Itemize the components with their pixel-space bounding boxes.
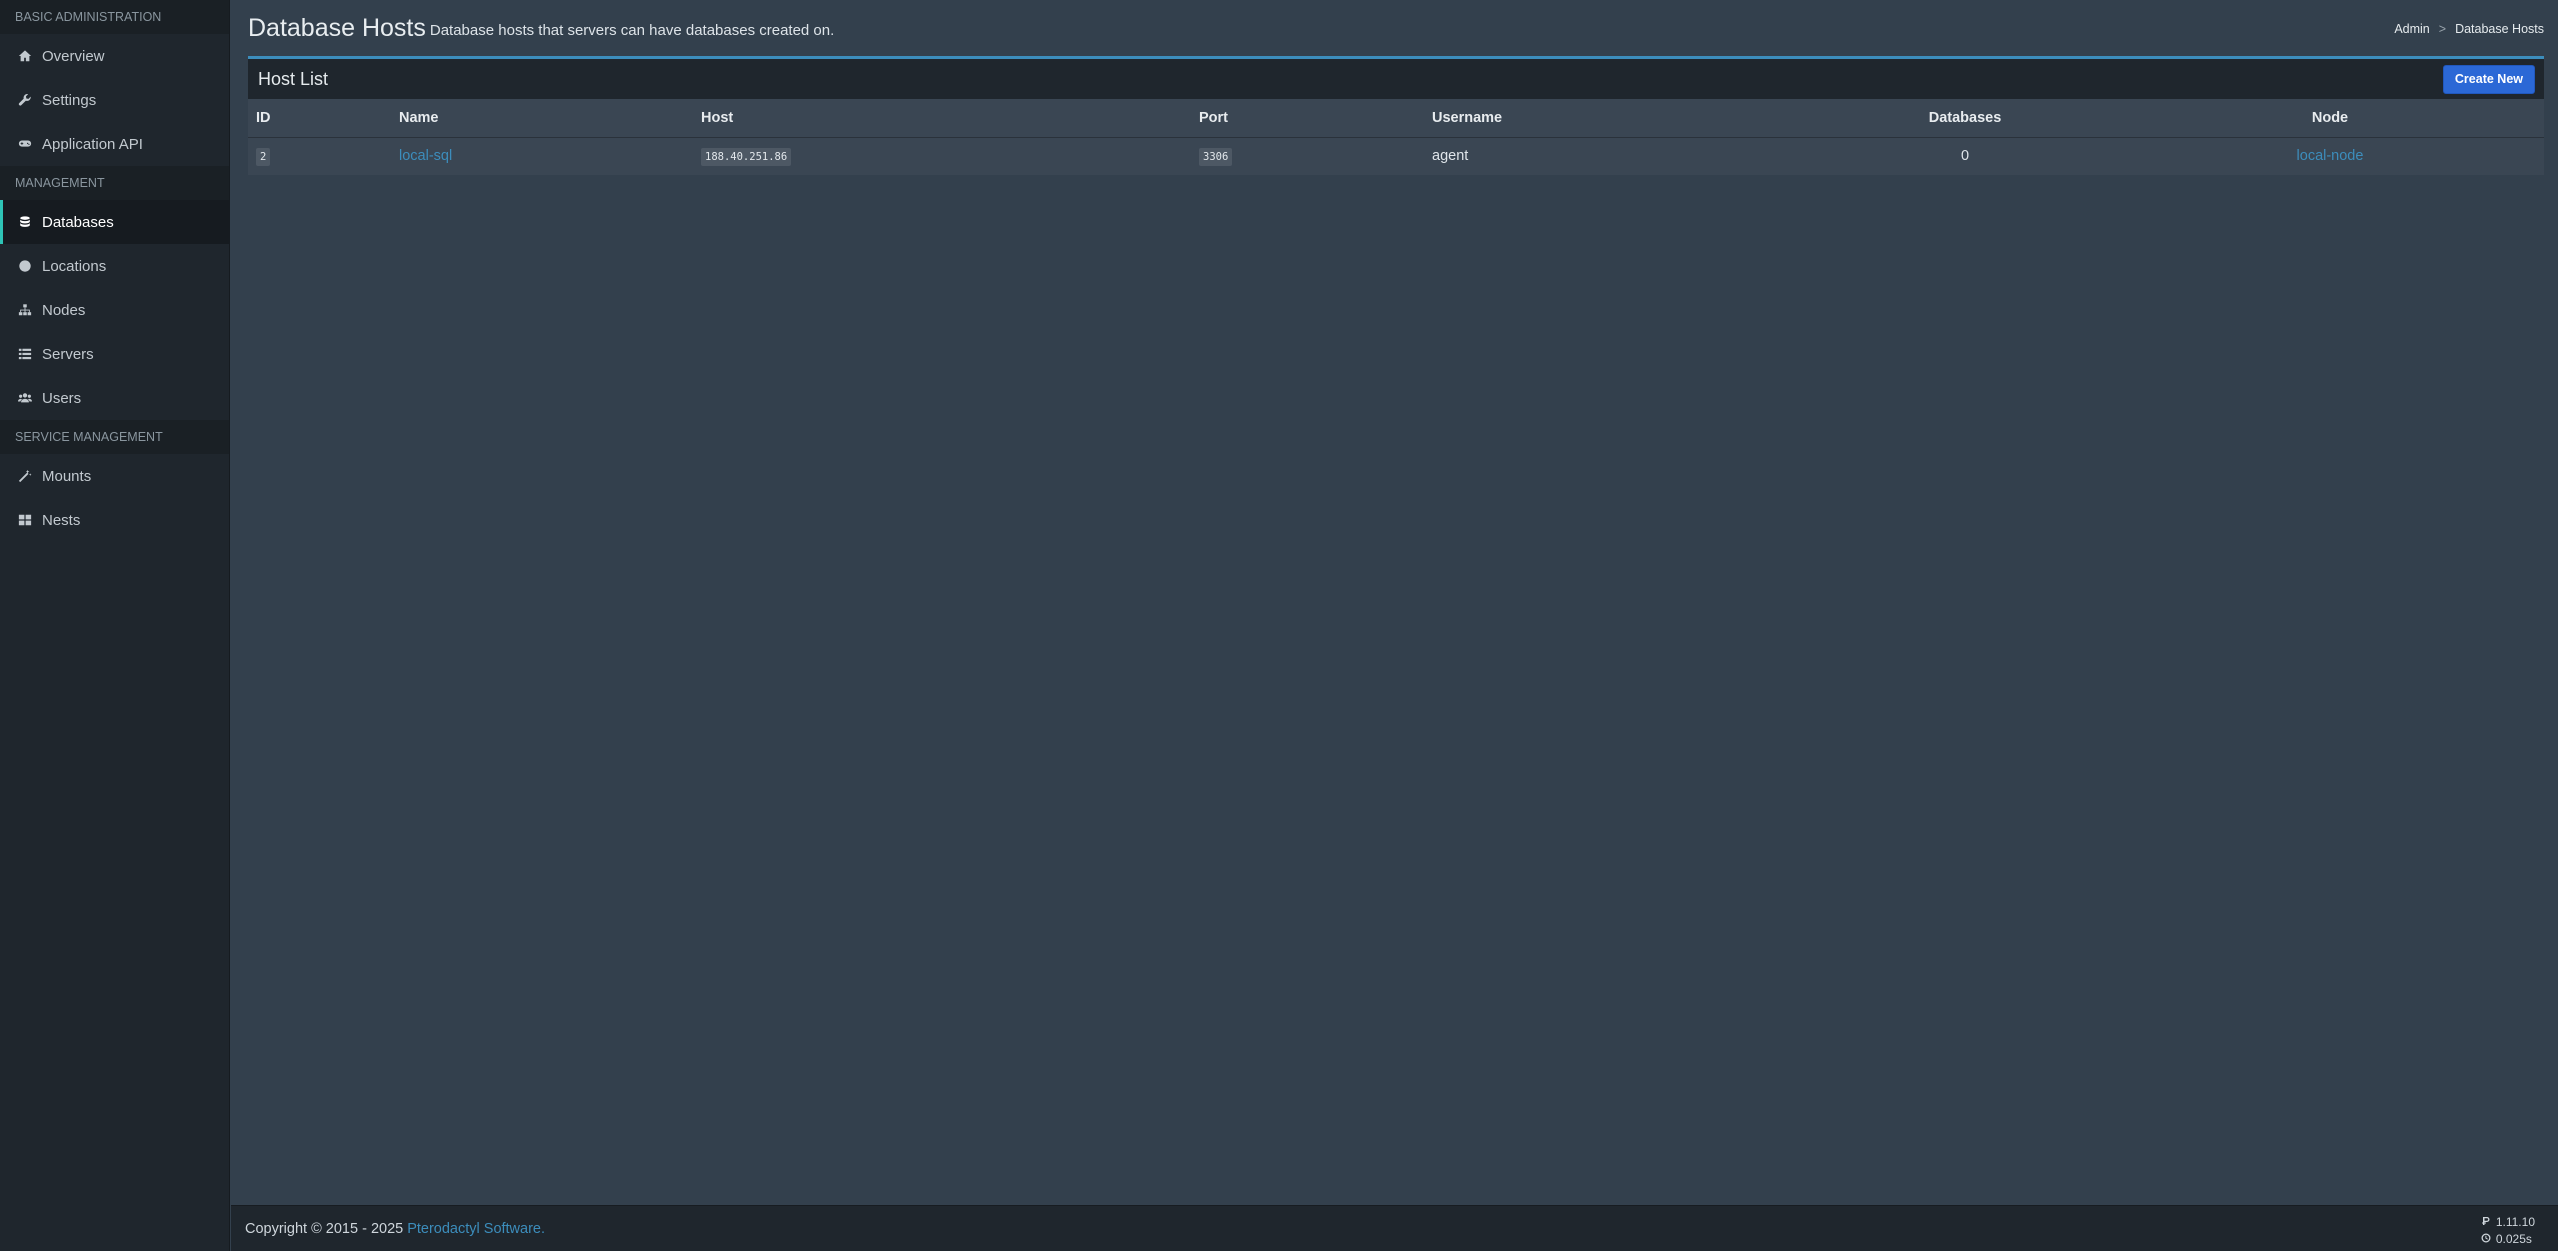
database-icon [17,215,32,230]
sidebar-item-mounts[interactable]: Mounts [0,454,229,498]
sidebar-item-label: Settings [42,91,97,109]
cell-node: local-node [2116,137,2544,175]
list-icon [17,347,32,362]
column-header-id: ID [248,99,391,138]
main-content: Database Hosts Database hosts that serve… [231,0,2558,1205]
footer-copyright: Copyright © 2015 - 2025 [245,1220,404,1237]
clock-icon [2481,1231,2491,1248]
users-icon [17,391,32,406]
column-header-node: Node [2116,99,2544,138]
table-header-row: ID Name Host Port Username Databases Nod… [248,99,2544,138]
sidebar-item-label: Servers [42,345,94,363]
sidebar-item-application-api[interactable]: Application API [0,122,229,166]
page-subtitle: Database hosts that servers can have dat… [429,21,835,39]
sidebar-item-nests[interactable]: Nests [0,498,229,542]
breadcrumb: Admin > Database Hosts [2394,22,2544,36]
th-large-icon [17,513,32,528]
page-title: Database Hosts [248,13,426,42]
sidebar-item-databases[interactable]: Databases [0,200,229,244]
host-table: ID Name Host Port Username Databases Nod… [248,99,2544,175]
cell-host: 188.40.251.86 [693,137,1191,175]
cell-id: 2 [248,137,391,175]
cell-port: 3306 [1191,137,1424,175]
sidebar-item-label: Mounts [42,467,92,485]
sidebar-header-basic-administration: Basic Administration [0,0,229,34]
sidebar-item-nodes[interactable]: Nodes [0,288,229,332]
breadcrumb-separator: > [2438,22,2447,36]
column-header-port: Port [1191,99,1424,138]
host-name-link[interactable]: local-sql [399,148,452,164]
column-header-name: Name [391,99,693,138]
sidebar-item-locations[interactable]: Locations [0,244,229,288]
sidebar-header-management: Management [0,166,229,200]
globe-icon [17,259,32,274]
sidebar-item-label: Nodes [42,301,86,319]
sidebar-item-label: Users [42,389,82,407]
cell-databases: 0 [1960,148,1970,165]
port-code: 3306 [1199,148,1233,167]
sidebar-item-users[interactable]: Users [0,376,229,420]
id-code: 2 [256,148,271,167]
breadcrumb-current: Database Hosts [2455,22,2544,36]
table-row: 2 local-sql 188.40.251.86 3306 agent 0 l… [248,137,2544,175]
footer: Copyright © 2015 - 2025 Pterodactyl Soft… [231,1205,2558,1251]
sidebar-item-label: Databases [42,213,114,231]
version-icon [2481,1214,2491,1231]
sidebar-item-servers[interactable]: Servers [0,332,229,376]
host-code: 188.40.251.86 [701,148,792,167]
sidebar: Basic Administration Overview Settings A… [0,0,230,1251]
host-list-box: Host List Create New ID Name Host Port U… [248,56,2544,175]
box-title: Host List [258,68,329,89]
breadcrumb-admin[interactable]: Admin [2394,22,2429,36]
version-text: 1.11.10 [2495,1215,2535,1229]
sidebar-item-label: Application API [42,135,143,153]
render-time-text: 0.025s [2495,1232,2532,1246]
sidebar-item-label: Nests [42,511,81,529]
column-header-databases: Databases [1814,99,2116,138]
box-header: Host List Create New [248,59,2544,99]
magic-icon [17,469,32,484]
cell-username: agent [1432,148,1469,165]
sidebar-item-label: Locations [42,257,107,275]
sidebar-header-service-management: Service Management [0,420,229,454]
node-link[interactable]: local-node [2297,148,2364,164]
sidebar-item-label: Overview [42,47,105,65]
footer-meta: 1.11.10 0.025s [2481,1214,2535,1248]
wrench-icon [17,93,32,108]
column-header-host: Host [693,99,1191,138]
column-header-username: Username [1424,99,1814,138]
page-header: Database Hosts Database hosts that serve… [245,0,2544,56]
gamepad-icon [17,137,32,152]
home-icon [17,49,32,64]
sidebar-item-overview[interactable]: Overview [0,34,229,78]
sidebar-item-settings[interactable]: Settings [0,78,229,122]
footer-brand-link[interactable]: Pterodactyl Software. [407,1221,545,1237]
sitemap-icon [17,303,32,318]
cell-name: local-sql [391,137,693,175]
create-new-button[interactable]: Create New [2442,64,2535,94]
